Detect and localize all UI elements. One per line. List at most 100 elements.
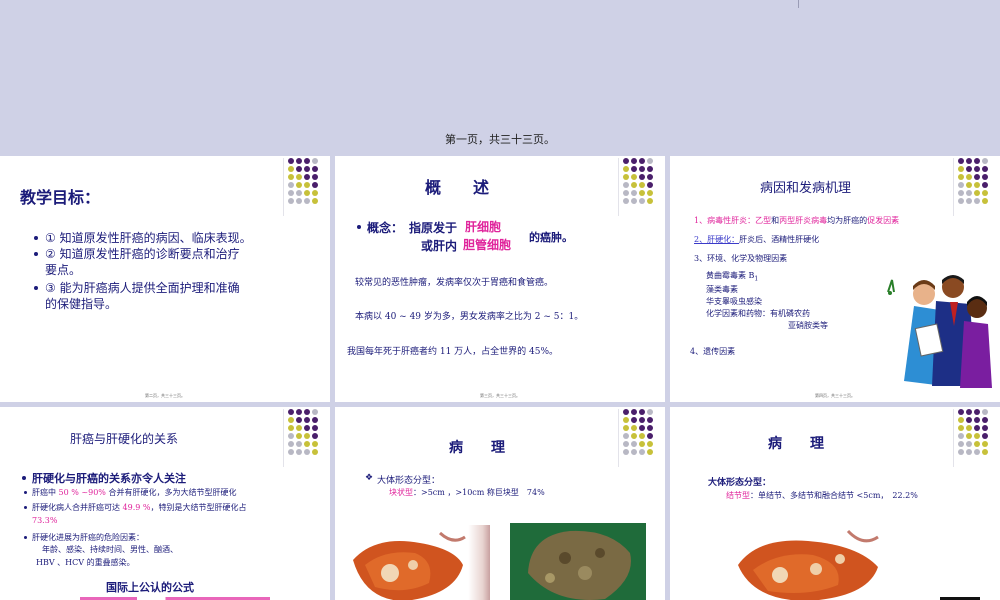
sub-item: 化学因素和药物：有机磷农药 (706, 309, 810, 318)
slide-title: 肝癌与肝硬化的关系 (70, 432, 179, 446)
previous-slide-area: 第一页，共三十三页。 (0, 0, 1000, 152)
decor-dot (631, 158, 637, 164)
decor-dot (312, 190, 318, 196)
decor-dot (623, 182, 629, 188)
decor-dot (647, 158, 653, 164)
decor-dot (966, 174, 972, 180)
decor-dot (296, 174, 302, 180)
sub-item: 藻类毒素 (706, 285, 738, 294)
subscript: 1 (754, 275, 759, 283)
decor-dot (982, 182, 988, 188)
slide-thumbnail-5[interactable]: 肝癌与肝硬化的关系 肝硬化与肝癌的关系亦令人关注 肝癌中 50 % ~90% 合… (0, 407, 330, 600)
decor-dot (958, 425, 964, 431)
decor-dot (288, 441, 294, 447)
decor-dot (974, 158, 980, 164)
decor-dot (312, 166, 318, 172)
decor-dot (647, 174, 653, 180)
list-item: 肝癌中 50 % ~90% 合并有肝硬化，多为大结节型肝硬化 (32, 487, 236, 498)
decor-dot (974, 425, 980, 431)
decor-dot (288, 182, 294, 188)
decor-dot (296, 409, 302, 415)
decor-dot (623, 190, 629, 196)
decor-dot (288, 190, 294, 196)
decor-dot (982, 158, 988, 164)
decor-dot (982, 449, 988, 455)
bullet (34, 286, 38, 290)
liver-specimen-photo (510, 523, 646, 600)
diamond-bullet-icon: ❖ (365, 473, 374, 483)
slide-thumbnail-7[interactable]: 病 理 大体形态分型： 结节型：单结节、多结节和融合结节 <5cm， 22.2% (670, 407, 1000, 600)
decor-dot (958, 174, 964, 180)
dot-pattern-decoration (618, 158, 657, 216)
cause-line: 3、环境、化学及物理因素 (694, 254, 788, 263)
decor-dot (296, 198, 302, 204)
decor-dot (296, 417, 302, 423)
list-item: ① 知道原发性肝癌的病因、临床表现。 (45, 231, 252, 245)
text: 肝癌中 (32, 488, 59, 497)
decor-dot (288, 425, 294, 431)
text: 合并有肝硬化，多为大结节型肝硬化 (105, 488, 237, 497)
bullet (24, 491, 27, 494)
decor-dot (647, 409, 653, 415)
decor-dot (958, 433, 964, 439)
decor-dot (312, 449, 318, 455)
decor-dot (639, 433, 645, 439)
sub-item-text: 黄曲霉毒素 B (706, 271, 755, 280)
decor-dot (966, 417, 972, 423)
decor-dot (647, 417, 653, 423)
decor-dot (288, 449, 294, 455)
liver-specimen-image (345, 525, 490, 600)
decor-dot (647, 166, 653, 172)
decor-dot (974, 166, 980, 172)
decor-dot (288, 409, 294, 415)
decor-dot (639, 190, 645, 196)
decor-dot (288, 198, 294, 204)
decor-dot (304, 441, 310, 447)
decor-dot (631, 433, 637, 439)
decor-dot (631, 190, 637, 196)
cause-text: 乙型 (755, 216, 772, 225)
list-item: 肝硬化病人合并肝癌可达 49.9 %，特别是大结节型肝硬化占 (32, 502, 247, 513)
decor-dot (304, 425, 310, 431)
slide-thumbnail-3[interactable]: 概 述 概念： 指原发于 肝细胞 或肝内 胆管细胞 的癌肿。 较常见的恶性肿瘤，… (335, 156, 665, 402)
decor-dot (296, 433, 302, 439)
decor-dot (974, 441, 980, 447)
concept-text: 或肝内 (421, 239, 458, 253)
decor-dot (966, 190, 972, 196)
decor-dot (639, 182, 645, 188)
concept-highlight: 胆管细胞 (463, 238, 512, 252)
text: ，特别是大结节型肝硬化占 (150, 503, 247, 512)
decor-dot (304, 190, 310, 196)
decor-dot (296, 425, 302, 431)
liver-specimen-image (728, 525, 888, 600)
dot-pattern-decoration (953, 409, 992, 467)
decor-dot (623, 433, 629, 439)
slide-thumbnail-2[interactable]: 教学目标： ① 知道原发性肝癌的病因、临床表现。 ② 知道原发性肝癌的诊断要点和… (0, 156, 330, 402)
type-name: 块状型 (389, 488, 413, 497)
decor-dot (631, 166, 637, 172)
slide-thumbnail-4[interactable]: 病因和发病机理 1、病毒性肝炎：乙型和丙型肝炎病毒均为肝癌的促发因素 2、肝硬化… (670, 156, 1000, 402)
list-item: 肝硬化进展为肝癌的危险因素： (32, 533, 144, 542)
decor-dot (288, 174, 294, 180)
decor-dot (288, 417, 294, 423)
list-item-cont: 的保健指导。 (45, 297, 118, 311)
decor-dot (296, 449, 302, 455)
slide-title: 病 理 (449, 440, 505, 456)
decor-dot (288, 433, 294, 439)
slide-title: 概 述 (425, 178, 490, 197)
list-item-cont: HBV 、HCV 的重叠感染。 (36, 558, 135, 567)
cause-line: 1、病毒性肝炎：乙型和丙型肝炎病毒均为肝癌的促发因素 (694, 215, 899, 226)
decor-dot (304, 158, 310, 164)
section-heading: 肝硬化与肝癌的关系亦令人关注 (32, 472, 186, 485)
decor-dot (966, 166, 972, 172)
dot-pattern-decoration (283, 158, 322, 216)
cause-label: 2、肝硬化： (694, 235, 740, 244)
slide-title: 教学目标： (20, 188, 101, 207)
decor-dot (966, 158, 972, 164)
slide-thumbnail-6[interactable]: 病 理 ❖ 大体形态分型： 块状型：>5cm ，>10cm 称巨块型 74% (335, 407, 665, 600)
page-caption: 第一页，共三十三页。 (445, 133, 555, 146)
decor-dot (623, 409, 629, 415)
bullet (22, 476, 26, 480)
decor-dot (304, 433, 310, 439)
section-heading: 大体形态分型： (377, 476, 441, 486)
